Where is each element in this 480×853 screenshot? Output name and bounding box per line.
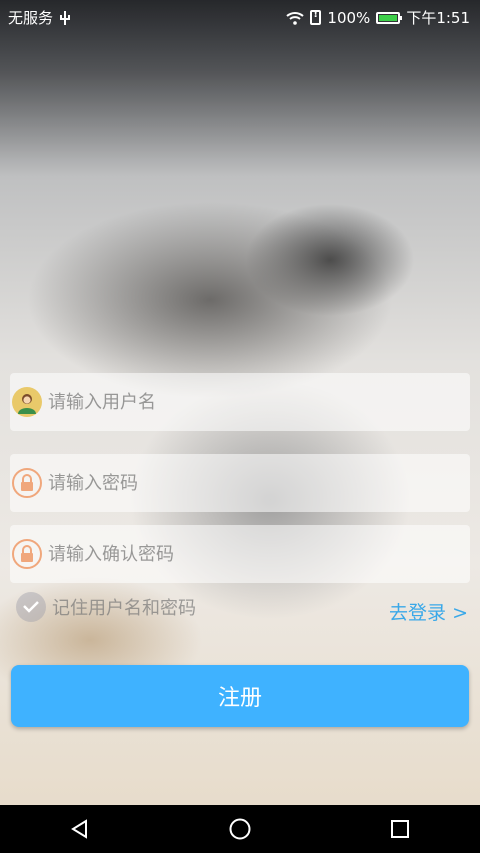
user-avatar-icon (12, 387, 42, 417)
back-button[interactable] (50, 805, 110, 853)
register-button[interactable]: 注册 (11, 665, 469, 727)
check-icon[interactable] (16, 592, 46, 622)
go-to-login-link[interactable]: 去登录 > (389, 598, 468, 625)
status-bar: 无服务 100% 下午1:51 (0, 0, 480, 34)
recents-button[interactable] (370, 805, 430, 853)
password-input[interactable] (46, 471, 450, 495)
lock-icon (12, 468, 42, 498)
confirm-password-field[interactable] (10, 525, 470, 583)
usb-icon (59, 10, 71, 26)
clock: 下午1:51 (406, 9, 470, 27)
remember-credentials[interactable]: 记住用户名和密码 (16, 592, 196, 622)
username-input[interactable] (46, 390, 450, 414)
sim-icon (310, 9, 322, 25)
battery-icon (376, 11, 403, 24)
navigation-bar (0, 805, 480, 853)
home-button[interactable] (210, 805, 270, 853)
back-icon (71, 819, 87, 839)
home-icon (229, 818, 251, 840)
remember-label: 记住用户名和密码 (52, 598, 196, 619)
confirm-password-input[interactable] (46, 542, 450, 566)
recents-icon (391, 820, 409, 838)
carrier-text: 无服务 (8, 9, 54, 27)
lock-icon (12, 539, 42, 569)
wifi-icon (286, 11, 305, 25)
battery-percent: 100% (327, 8, 371, 27)
username-field[interactable] (10, 373, 470, 431)
password-field[interactable] (10, 454, 470, 512)
register-screen: 无服务 100% 下午1:51 (0, 0, 480, 853)
